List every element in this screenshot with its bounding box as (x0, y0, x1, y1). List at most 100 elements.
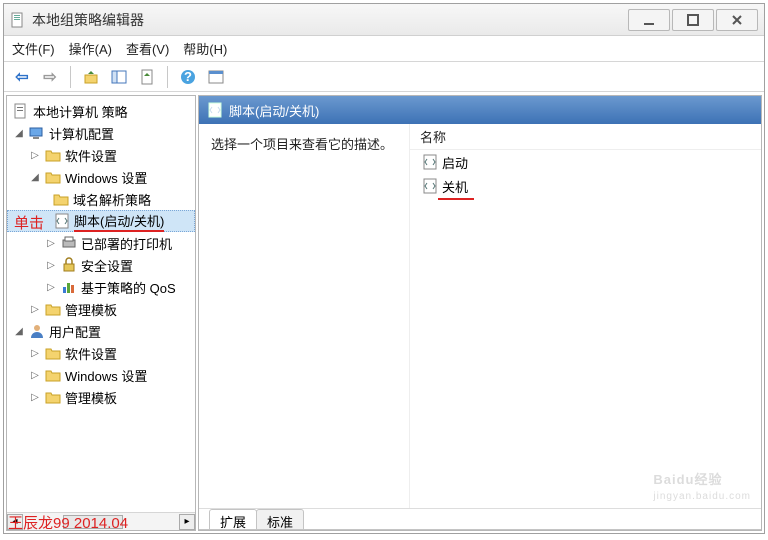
list-item-startup[interactable]: 启动 (410, 150, 761, 174)
tree: 本地计算机 策略 ◢ 计算机配置 ▷ 软件设置 ◢ Windows 设置 (7, 96, 195, 512)
tree-user-config[interactable]: ◢ 用户配置 (7, 320, 195, 342)
folder-icon (45, 169, 61, 185)
app-icon (10, 12, 26, 28)
tab-label: 扩展 (220, 515, 246, 530)
expand-icon[interactable]: ▷ (45, 237, 57, 249)
export-list-button[interactable] (135, 65, 159, 89)
list-item-label: 启动 (442, 153, 468, 172)
annotation-click: 单击 (14, 212, 44, 233)
computer-icon (29, 125, 45, 141)
back-button[interactable]: ⇦ (10, 65, 34, 89)
chart-icon (61, 279, 77, 295)
folder-icon (45, 345, 61, 361)
help-button[interactable]: ? (176, 65, 200, 89)
tree-printers[interactable]: ▷ 已部署的打印机 (7, 232, 195, 254)
tree-label: 脚本(启动/关机) (74, 211, 164, 232)
folder-icon (45, 301, 61, 317)
user-icon (29, 323, 45, 339)
tree-dns-policy[interactable]: 域名解析策略 (7, 188, 195, 210)
footer-credit: 王辰龙99 2014.04 (8, 512, 128, 533)
script-icon (422, 154, 438, 170)
list-item-shutdown[interactable]: 关机 (410, 174, 761, 198)
tree-admin-templates-user[interactable]: ▷ 管理模板 (7, 386, 195, 408)
app-window: 本地组策略编辑器 文件(F) 操作(A) 查看(V) 帮助(H) ⇦ ⇨ ? 本… (3, 3, 765, 534)
description-text: 选择一个项目来查看它的描述。 (211, 137, 393, 152)
collapse-icon[interactable]: ◢ (29, 171, 41, 183)
column-header-name[interactable]: 名称 (410, 124, 761, 150)
tree-label: 软件设置 (65, 344, 117, 363)
main-pane: 脚本(启动/关机) 选择一个项目来查看它的描述。 名称 启动 关机 (198, 95, 762, 531)
tree-software-settings[interactable]: ▷ 软件设置 (7, 144, 195, 166)
tree-label: 管理模板 (65, 388, 117, 407)
forward-button[interactable]: ⇨ (38, 65, 62, 89)
tree-label: 管理模板 (65, 300, 117, 319)
expand-icon[interactable]: ▷ (29, 391, 41, 403)
folder-icon (45, 367, 61, 383)
up-button[interactable] (79, 65, 103, 89)
tree-software-settings-user[interactable]: ▷ 软件设置 (7, 342, 195, 364)
menubar: 文件(F) 操作(A) 查看(V) 帮助(H) (4, 36, 764, 62)
body-area: 本地计算机 策略 ◢ 计算机配置 ▷ 软件设置 ◢ Windows 设置 (4, 92, 764, 533)
script-icon (422, 178, 438, 194)
show-hide-tree-button[interactable] (107, 65, 131, 89)
tree-qos[interactable]: ▷ 基于策略的 QoS (7, 276, 195, 298)
folder-icon (45, 389, 61, 405)
expand-icon[interactable]: ▷ (29, 149, 41, 161)
close-button[interactable] (716, 9, 758, 31)
script-icon (207, 102, 223, 118)
menu-view[interactable]: 查看(V) (126, 39, 169, 58)
toolbar: ⇦ ⇨ ? (4, 62, 764, 92)
tree-root[interactable]: 本地计算机 策略 (7, 100, 195, 122)
tab-extended[interactable]: 扩展 (209, 509, 257, 530)
tree-label: 软件设置 (65, 146, 117, 165)
toolbar-separator (167, 66, 168, 88)
tree-label: 用户配置 (49, 322, 101, 341)
tree-label: 计算机配置 (49, 124, 114, 143)
folder-icon (45, 147, 61, 163)
tree-pane: 本地计算机 策略 ◢ 计算机配置 ▷ 软件设置 ◢ Windows 设置 (6, 95, 196, 531)
tree-label: Windows 设置 (65, 366, 147, 385)
filter-button[interactable] (204, 65, 228, 89)
view-tabs: 扩展 标准 (199, 508, 761, 530)
pane-body: 选择一个项目来查看它的描述。 名称 启动 关机 (199, 124, 761, 508)
tree-windows-settings[interactable]: ◢ Windows 设置 (7, 166, 195, 188)
tree-computer-config[interactable]: ◢ 计算机配置 (7, 122, 195, 144)
expand-icon[interactable]: ▷ (29, 303, 41, 315)
annotation-underline (438, 198, 474, 200)
maximize-button[interactable] (672, 9, 714, 31)
list-column: 名称 启动 关机 (409, 124, 761, 508)
minimize-button[interactable] (628, 9, 670, 31)
script-icon (54, 213, 70, 229)
lock-icon (61, 257, 77, 273)
pane-title: 脚本(启动/关机) (229, 101, 319, 120)
toolbar-separator (70, 66, 71, 88)
window-title: 本地组策略编辑器 (32, 10, 626, 30)
tree-label: 安全设置 (81, 256, 133, 275)
tree-windows-settings-user[interactable]: ▷ Windows 设置 (7, 364, 195, 386)
expand-icon[interactable]: ▷ (29, 369, 41, 381)
tree-label: 域名解析策略 (73, 190, 151, 209)
svg-text:?: ? (184, 69, 192, 84)
scroll-right-arrow[interactable]: ▸ (179, 514, 195, 530)
tree-admin-templates[interactable]: ▷ 管理模板 (7, 298, 195, 320)
expand-icon[interactable]: ▷ (29, 347, 41, 359)
folder-icon (53, 191, 69, 207)
pane-header: 脚本(启动/关机) (199, 96, 761, 124)
policy-icon (13, 103, 29, 119)
expand-icon[interactable]: ▷ (45, 259, 57, 271)
menu-help[interactable]: 帮助(H) (183, 39, 227, 58)
collapse-icon[interactable]: ◢ (13, 127, 25, 139)
tab-standard[interactable]: 标准 (256, 509, 304, 530)
menu-action[interactable]: 操作(A) (69, 39, 112, 58)
tree-label: 本地计算机 策略 (33, 102, 128, 121)
tree-label: Windows 设置 (65, 168, 147, 187)
tree-label: 基于策略的 QoS (81, 278, 176, 297)
column-header-label: 名称 (420, 127, 446, 146)
collapse-icon[interactable]: ◢ (13, 325, 25, 337)
tree-security[interactable]: ▷ 安全设置 (7, 254, 195, 276)
tree-label: 已部署的打印机 (81, 234, 172, 253)
printer-icon (61, 235, 77, 251)
menu-file[interactable]: 文件(F) (12, 39, 55, 58)
expand-icon[interactable]: ▷ (45, 281, 57, 293)
titlebar: 本地组策略编辑器 (4, 4, 764, 36)
